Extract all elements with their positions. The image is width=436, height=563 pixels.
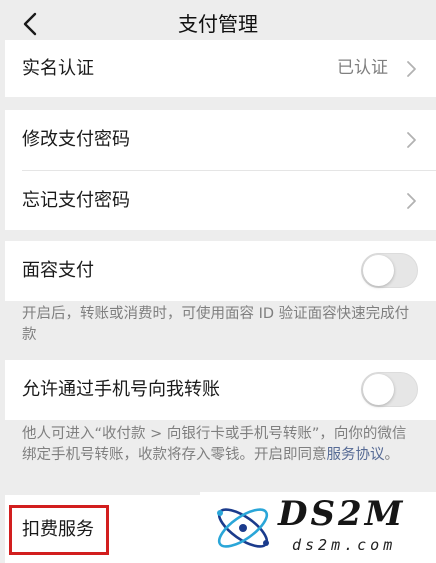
- chevron-right-icon: [407, 193, 416, 209]
- watermark-site: ds2m.com: [292, 536, 397, 554]
- change-password-row[interactable]: 修改支付密码: [5, 110, 436, 170]
- real-name-row[interactable]: 实名认证 已认证: [5, 40, 436, 97]
- toggle-knob: [363, 374, 394, 405]
- change-password-label: 修改支付密码: [22, 129, 130, 150]
- real-name-label: 实名认证: [22, 58, 94, 79]
- real-name-status: 已认证: [337, 58, 388, 78]
- deduct-service-label: 扣费服务: [22, 519, 94, 540]
- face-pay-row: 面容支付: [5, 241, 436, 301]
- watermark-brand: DS2M: [278, 494, 406, 534]
- forgot-password-label: 忘记支付密码: [22, 190, 130, 211]
- chevron-right-icon: [407, 61, 416, 77]
- phone-transfer-label: 允许通过手机号向我转账: [22, 379, 220, 400]
- watermark: DS2M ds2m.com: [200, 492, 436, 563]
- face-pay-tip: 开启后，转账或消费时，可使用面容 ID 验证面容快速完成付款: [22, 306, 410, 343]
- forgot-password-row[interactable]: 忘记支付密码: [5, 171, 436, 231]
- toggle-knob: [363, 255, 394, 286]
- phone-transfer-toggle[interactable]: [361, 372, 418, 407]
- phone-transfer-group: 允许通过手机号向我转账: [5, 360, 436, 420]
- phone-transfer-row: 允许通过手机号向我转账: [5, 360, 436, 420]
- real-name-group: 实名认证 已认证: [5, 40, 436, 97]
- atom-logo-icon: [217, 508, 269, 548]
- tip-suffix: 。: [384, 447, 400, 463]
- password-group: 修改支付密码 忘记支付密码: [5, 110, 436, 230]
- phone-transfer-tip: 他人可进入“收付款 > 向银行卡或手机号转账”，向你的微信绑定手机号转账，收款将…: [22, 424, 420, 466]
- face-pay-group: 面容支付: [5, 241, 436, 301]
- face-pay-toggle[interactable]: [361, 253, 418, 288]
- service-agreement-link[interactable]: 服务协议: [327, 447, 385, 463]
- page-title: 支付管理: [178, 12, 258, 36]
- chevron-right-icon: [407, 132, 416, 148]
- face-pay-label: 面容支付: [22, 260, 94, 281]
